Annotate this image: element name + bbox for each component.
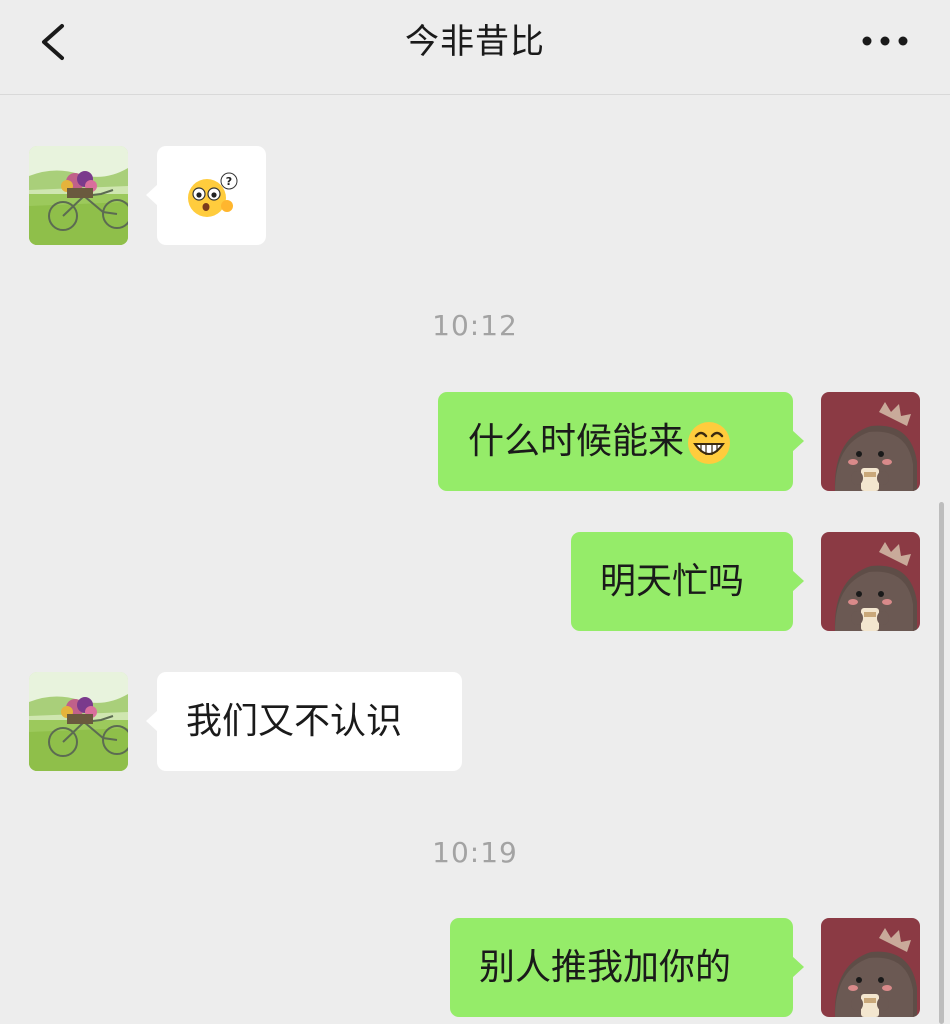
message-text: 明天忙吗 — [600, 561, 745, 602]
message-bubble[interactable]: 我们又不认识 — [146, 672, 462, 771]
message-text: 别人推我加你的 — [479, 947, 732, 988]
message-bubble[interactable]: 什么时候能来 — [438, 392, 804, 491]
timestamp: 10:19 — [432, 836, 518, 869]
more-dots-icon[interactable] — [860, 30, 910, 52]
svg-text:?: ? — [226, 175, 232, 188]
timestamp: 10:12 — [432, 309, 518, 342]
sticker-bubble[interactable]: ? — [146, 146, 266, 245]
chat-message-list[interactable]: ? 10:12 什么时候能来 明天忙吗 我们又不认识 10:19 别人推我加你的 — [0, 95, 950, 1024]
chat-title: 今非昔比 — [405, 22, 545, 62]
scrollbar[interactable] — [939, 502, 944, 1024]
contact-avatar[interactable] — [29, 146, 128, 245]
confused-face-emoji: ? — [188, 172, 238, 217]
my-avatar[interactable] — [821, 918, 920, 1017]
message-bubble[interactable]: 别人推我加你的 — [450, 918, 804, 1017]
message-text: 我们又不认识 — [186, 701, 403, 742]
grinning-face-emoji — [688, 422, 731, 464]
message-text: 什么时候能来 — [468, 421, 685, 462]
message-bubble[interactable]: 明天忙吗 — [571, 532, 804, 631]
contact-avatar[interactable] — [29, 672, 128, 771]
my-avatar[interactable] — [821, 392, 920, 491]
chat-header: 今非昔比 — [0, 0, 950, 95]
my-avatar[interactable] — [821, 532, 920, 631]
